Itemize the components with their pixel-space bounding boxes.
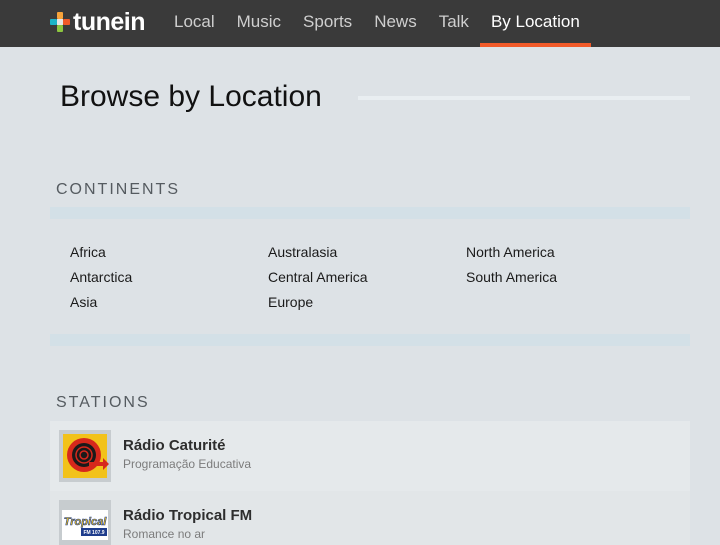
tunein-logo[interactable]: tunein — [50, 8, 146, 36]
nav-local[interactable]: Local — [163, 0, 226, 47]
nav-sports[interactable]: Sports — [292, 0, 363, 47]
station-description: Programação Educativa — [123, 457, 252, 471]
station-name[interactable]: Rádio Tropical FM — [123, 507, 252, 524]
svg-text:FM 107.9: FM 107.9 — [83, 530, 104, 536]
continents-bottom-band — [50, 334, 690, 346]
continent-link-asia[interactable]: Asia — [70, 294, 97, 310]
station-logo-tropical-fm: Tropical FM 107.9 — [59, 500, 111, 545]
logo-wordmark: tunein — [73, 8, 146, 36]
nav-news[interactable]: News — [363, 0, 428, 47]
station-name[interactable]: Rádio Caturité — [123, 437, 226, 454]
main-nav: Local Music Sports News Talk By Location — [163, 0, 591, 47]
continent-link-australasia[interactable]: Australasia — [268, 244, 337, 260]
continent-link-south-america[interactable]: South America — [466, 269, 557, 285]
page-title: Browse by Location — [60, 80, 322, 113]
continent-link-europe[interactable]: Europe — [268, 294, 313, 310]
title-divider — [358, 96, 690, 100]
nav-music[interactable]: Music — [226, 0, 292, 47]
continent-link-antarctica[interactable]: Antarctica — [70, 269, 132, 285]
caturite-logo-icon — [63, 434, 109, 478]
continent-link-north-america[interactable]: North America — [466, 244, 555, 260]
svg-text:Tropical: Tropical — [64, 516, 108, 528]
top-navigation-bar: tunein Local Music Sports News Talk By L… — [0, 0, 720, 47]
stations-heading: Stations — [56, 394, 150, 411]
continent-link-central-america[interactable]: Central America — [268, 269, 368, 285]
continents-heading: Continents — [56, 181, 180, 198]
station-description: Romance no ar — [123, 527, 206, 541]
tunein-plus-logo-icon — [50, 12, 70, 32]
continents-top-band — [50, 207, 690, 219]
station-logo-caturite — [59, 430, 111, 482]
station-row[interactable]: Rádio Caturité Programação Educativa — [50, 421, 690, 491]
station-row[interactable]: Tropical FM 107.9 Rádio Tropical FM Roma… — [50, 491, 690, 545]
tropical-fm-logo-icon: Tropical FM 107.9 — [62, 510, 108, 540]
nav-by-location[interactable]: By Location — [479, 0, 591, 47]
continent-link-africa[interactable]: Africa — [70, 244, 106, 260]
nav-talk[interactable]: Talk — [428, 0, 480, 47]
